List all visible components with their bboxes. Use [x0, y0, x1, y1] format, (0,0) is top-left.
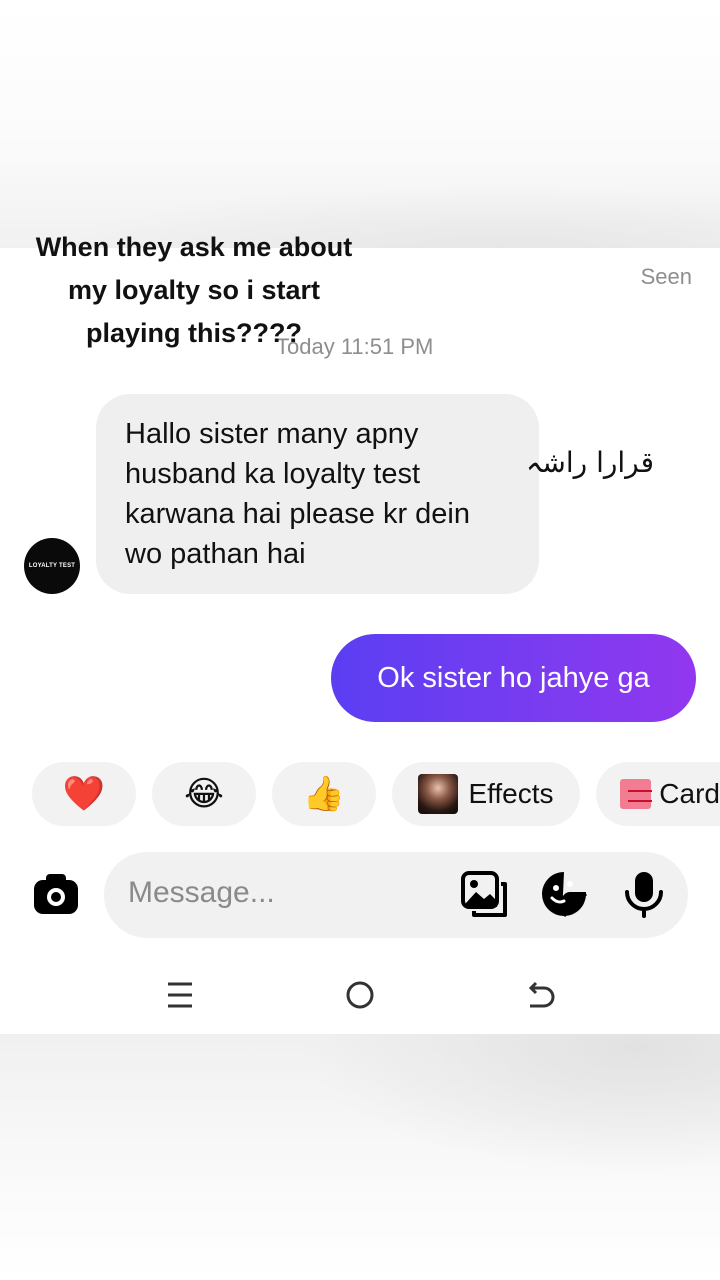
effects-thumbnail-icon	[418, 774, 459, 814]
incoming-line-2: husband ka loyalty test	[125, 458, 421, 490]
cards-label: Card	[659, 778, 720, 809]
thumbs-up-icon: 👍	[302, 775, 346, 813]
react-heart-button[interactable]: ❤️	[32, 762, 136, 826]
overlay-caption: When they ask me about my loyalty so i s…	[18, 226, 370, 355]
avatar[interactable]: LOYALTY TEST	[24, 538, 80, 594]
laughing-face-icon: 😂	[184, 775, 224, 813]
caption-line-2: my loyalty so i start	[67, 275, 321, 305]
card-thumbnail-icon	[620, 779, 653, 809]
overlay-urdu-text: قرارا راشہ	[526, 446, 654, 479]
bottom-background	[0, 1034, 720, 1280]
seen-status: Seen	[640, 264, 692, 289]
microphone-icon[interactable]	[620, 870, 668, 918]
message-input[interactable]: Message...	[128, 876, 275, 910]
outgoing-message-text: Ok sister ho jahye ga	[377, 661, 650, 694]
caption-line-1: When they ask me about	[35, 232, 353, 262]
home-icon[interactable]	[340, 976, 380, 1016]
outgoing-message-bubble[interactable]: Ok sister ho jahye ga	[331, 634, 696, 722]
camera-icon[interactable]	[32, 870, 80, 918]
avatar-label: LOYALTY TEST	[28, 563, 76, 569]
incoming-line-1: Hallo sister many apny	[125, 418, 419, 450]
back-icon[interactable]	[520, 976, 560, 1016]
react-thumbs-up-button[interactable]: 👍	[272, 762, 376, 826]
menu-icon[interactable]	[160, 976, 200, 1016]
heart-icon: ❤️	[62, 775, 106, 813]
effects-button[interactable]: Effects	[392, 762, 580, 826]
caption-line-3: playing this????	[86, 318, 302, 348]
top-background	[0, 0, 720, 248]
sticker-icon[interactable]	[540, 870, 588, 918]
incoming-message-bubble[interactable]: Hallo sister many apny husband ka loyalt…	[96, 394, 539, 594]
gallery-icon[interactable]	[460, 870, 508, 918]
incoming-line-3: karwana hai please kr dein	[125, 498, 470, 530]
cards-button[interactable]: Card	[596, 762, 720, 826]
incoming-line-4: wo pathan hai	[125, 538, 306, 570]
react-laugh-button[interactable]: 😂	[152, 762, 256, 826]
effects-label: Effects	[468, 778, 554, 809]
